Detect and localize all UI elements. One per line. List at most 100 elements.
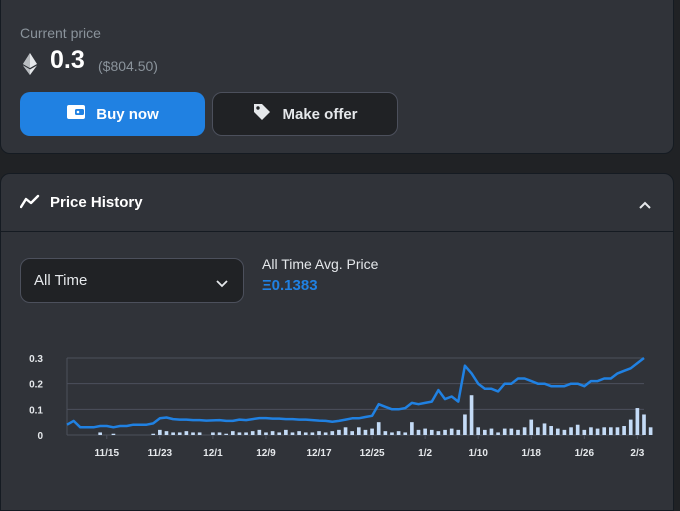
- buy-now-button[interactable]: Buy now: [20, 92, 205, 136]
- volume-bar: [323, 432, 328, 435]
- x-tick-label: 1/2: [418, 448, 432, 459]
- volume-bar: [363, 429, 368, 435]
- volume-bar: [443, 429, 447, 435]
- volume-bar: [555, 428, 560, 435]
- volume-bar: [257, 429, 262, 435]
- x-tick-label: 11/23: [148, 448, 173, 459]
- volume-bar: [230, 431, 235, 435]
- price-value: 0.3: [50, 46, 85, 74]
- volume-bar: [609, 427, 613, 435]
- volume-bar: [164, 431, 169, 435]
- volume-bar: [350, 431, 355, 435]
- volume-bar: [217, 432, 222, 435]
- x-tick-label: 12/9: [256, 448, 276, 459]
- x-tick-label: 12/25: [360, 448, 385, 459]
- volume-bar: [476, 427, 481, 435]
- price-chart: 0.3 0.2 0.1 0 11/15 11/23 12/1 12/9 12/17 12/25 1/…: [29, 354, 653, 459]
- volume-bar: [317, 431, 321, 435]
- volume-bar: [429, 429, 434, 435]
- volume-bar: [423, 428, 427, 435]
- volume-bar: [589, 427, 593, 435]
- volume-bar: [184, 431, 189, 435]
- volume-bar: [244, 432, 248, 435]
- volume-bar: [98, 432, 102, 435]
- volume-bar: [529, 419, 534, 435]
- volume-bar: [343, 427, 348, 435]
- volume-bar: [237, 432, 242, 435]
- x-tick-label: 2/3: [630, 448, 644, 459]
- volume-bar: [509, 428, 514, 435]
- price-history-card: Price History All Time All Time Avg. Pri…: [0, 173, 674, 511]
- volume-bar: [622, 426, 626, 435]
- buy-now-label: Buy now: [96, 105, 159, 123]
- volume-bar: [549, 426, 553, 435]
- price-usd: ($804.50): [98, 58, 158, 74]
- volume-bar: [602, 427, 607, 435]
- y-tick-label: 0.1: [29, 405, 43, 416]
- make-offer-button[interactable]: Make offer: [212, 92, 398, 136]
- volume-bar: [158, 429, 162, 435]
- volume-bar: [250, 431, 255, 435]
- volume-bar: [270, 431, 275, 435]
- volume-bar: [522, 427, 527, 435]
- volume-bar: [456, 429, 461, 435]
- volume-bar: [356, 427, 361, 435]
- volume-bar: [390, 432, 394, 435]
- volume-bar: [642, 414, 646, 435]
- volume-bar: [171, 432, 175, 435]
- volume-bar: [489, 428, 494, 435]
- volume-bar: [635, 408, 640, 435]
- volume-bar: [542, 423, 547, 435]
- x-tick-label: 1/18: [522, 448, 542, 459]
- wallet-icon: [66, 103, 86, 125]
- current-price-label: Current price: [20, 25, 101, 41]
- tag-icon: [252, 102, 272, 126]
- volume-bar: [615, 427, 620, 435]
- volume-bar: [376, 422, 381, 435]
- y-tick-label: 0.2: [29, 380, 43, 391]
- volume-bar: [337, 429, 341, 435]
- make-offer-label: Make offer: [282, 105, 358, 123]
- volume-bar: [224, 433, 228, 435]
- volume-bar: [396, 431, 401, 435]
- volume-bar: [648, 427, 653, 435]
- volume-bar: [290, 432, 295, 435]
- volume-bar: [483, 429, 487, 435]
- volume-bar: [562, 429, 567, 435]
- x-tick-label: 1/10: [468, 448, 488, 459]
- volume-bar: [628, 419, 633, 435]
- volume-bar: [197, 432, 202, 435]
- volume-bar: [469, 395, 474, 435]
- volume-bar: [303, 432, 308, 435]
- volume-bar: [516, 429, 520, 435]
- y-tick-label: 0.3: [29, 354, 43, 365]
- volume-bar: [297, 431, 301, 435]
- volume-bar: [383, 431, 388, 435]
- ethereum-icon: [23, 53, 37, 80]
- volume-bar: [403, 432, 408, 435]
- y-tick-label: 0: [37, 431, 43, 442]
- price-card: Current price 0.3 ($804.50) Buy now Make: [0, 0, 674, 154]
- volume-bar: [277, 432, 282, 435]
- volume-bar: [284, 429, 288, 435]
- volume-bar: [264, 432, 268, 435]
- x-tick-label: 12/17: [307, 448, 332, 459]
- x-tick-label: 1/26: [575, 448, 595, 459]
- volume-bar: [191, 432, 195, 435]
- volume-bar: [575, 424, 580, 435]
- volume-bar: [111, 433, 116, 435]
- volume-bar: [310, 432, 315, 435]
- volume-bar: [330, 431, 335, 435]
- volume-bar: [496, 432, 500, 435]
- x-tick-label: 12/1: [203, 448, 223, 459]
- volume-bar: [449, 428, 454, 435]
- volume-bar: [436, 431, 441, 435]
- volume-bar: [416, 429, 421, 435]
- volume-bar: [410, 422, 414, 435]
- volume-bar: [595, 428, 600, 435]
- volume-bar: [151, 433, 156, 435]
- volume-bar: [569, 427, 573, 435]
- volume-bar: [370, 428, 374, 435]
- volume-bar: [463, 414, 467, 435]
- x-tick-label: 11/15: [95, 448, 120, 459]
